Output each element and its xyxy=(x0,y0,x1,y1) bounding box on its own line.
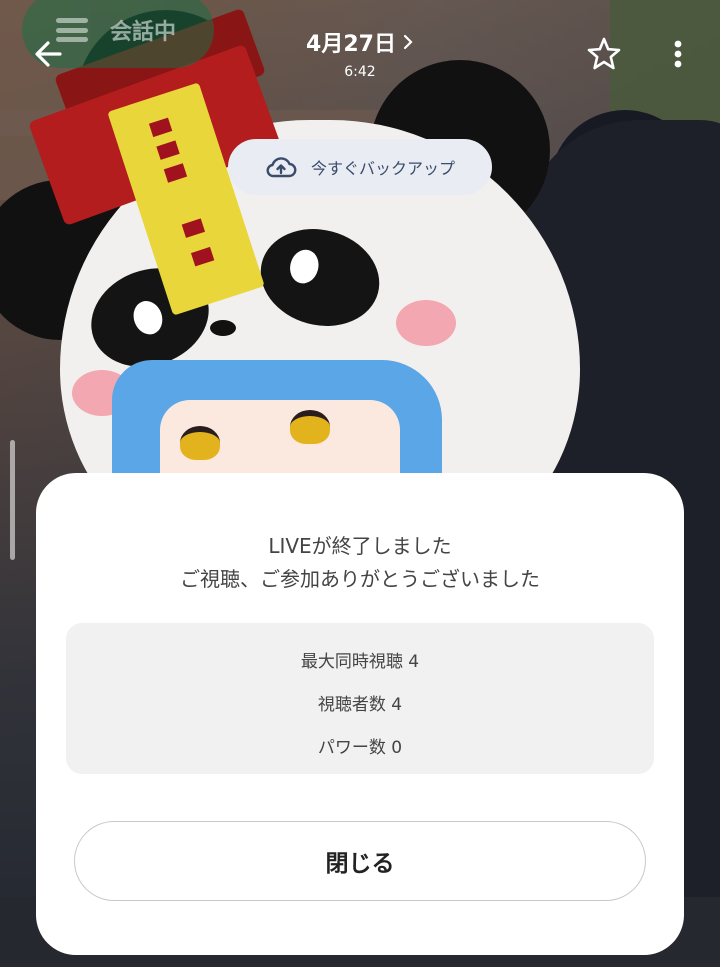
backup-now-label: 今すぐバックアップ xyxy=(310,159,455,178)
live-ended-title: LIVEが終了しました xyxy=(268,534,452,558)
live-ended-dialog: LIVEが終了しました ご視聴、ご参加ありがとうございました 最大同時視聴 4 … xyxy=(36,473,684,955)
star-outline-icon xyxy=(587,37,621,70)
live-ended-thanks: ご視聴、ご参加ありがとうございました xyxy=(180,567,540,591)
arrow-left-icon xyxy=(35,41,62,67)
character-eye-left xyxy=(180,426,220,460)
stat-label: 視聴者数 xyxy=(317,695,386,715)
panda-blush-right xyxy=(396,300,456,346)
side-scroll-handle[interactable] xyxy=(10,440,15,560)
more-vertical-icon xyxy=(674,40,682,68)
backup-now-button[interactable]: 今すぐバックアップ xyxy=(228,139,492,195)
live-ended-message: LIVEが終了しました ご視聴、ご参加ありがとうございました xyxy=(36,530,684,596)
stat-value: 4 xyxy=(408,652,420,672)
cloud-upload-icon xyxy=(266,157,297,178)
back-button[interactable] xyxy=(30,34,70,74)
close-button[interactable]: 閉じる xyxy=(74,821,646,901)
stat-value: 4 xyxy=(391,695,403,715)
chat-status-label: 会話中 xyxy=(110,20,177,45)
stat-label: パワー数 xyxy=(317,738,386,758)
stat-power-count: パワー数 0 xyxy=(66,733,654,758)
more-options-button[interactable] xyxy=(666,36,690,76)
time-label: 6:42 xyxy=(344,64,376,80)
stat-max-concurrent-viewers: 最大同時視聴 4 xyxy=(66,647,654,672)
chevron-right-icon xyxy=(403,34,413,50)
panda-nose xyxy=(210,320,236,336)
date-label: 4月27日 xyxy=(306,32,396,57)
character-eye-right xyxy=(290,410,330,444)
stat-viewer-count: 視聴者数 4 xyxy=(66,690,654,715)
live-stats-panel: 最大同時視聴 4 視聴者数 4 パワー数 0 xyxy=(66,623,654,774)
date-header[interactable]: 4月27日 6:42 xyxy=(260,26,460,80)
panda-eye-right xyxy=(249,216,391,339)
stat-value: 0 xyxy=(391,738,403,758)
favorite-button[interactable] xyxy=(584,34,624,74)
stat-label: 最大同時視聴 xyxy=(300,652,403,672)
